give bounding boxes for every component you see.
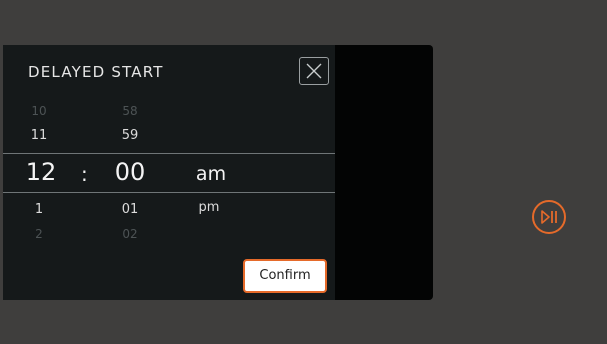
hour-option[interactable]: 2: [31, 227, 47, 241]
minute-option[interactable]: 01: [117, 202, 143, 217]
time-separator: :: [81, 162, 88, 186]
minute-selected[interactable]: 00: [107, 158, 153, 186]
confirm-button[interactable]: Confirm: [243, 259, 327, 293]
period-selected[interactable]: am: [191, 163, 231, 185]
minute-option[interactable]: 59: [117, 128, 143, 143]
hour-selected[interactable]: 12: [21, 158, 61, 186]
minute-option[interactable]: 58: [117, 104, 143, 118]
selection-bottom-line: [3, 192, 335, 193]
dialog-title: DELAYED START: [28, 63, 164, 81]
minute-option[interactable]: 02: [117, 227, 143, 241]
delayed-start-dialog: DELAYED START 10 11 12 1 2 : 58 59 00 01…: [3, 45, 335, 300]
play-pause-button[interactable]: [532, 200, 566, 234]
play-pause-icon: [541, 210, 557, 224]
close-button[interactable]: [299, 57, 329, 85]
close-icon: [306, 63, 322, 79]
period-option[interactable]: pm: [195, 200, 223, 215]
selection-top-line: [3, 153, 335, 154]
hour-option[interactable]: 10: [27, 104, 51, 118]
hour-option[interactable]: 1: [31, 202, 47, 217]
hour-option[interactable]: 11: [27, 128, 51, 143]
